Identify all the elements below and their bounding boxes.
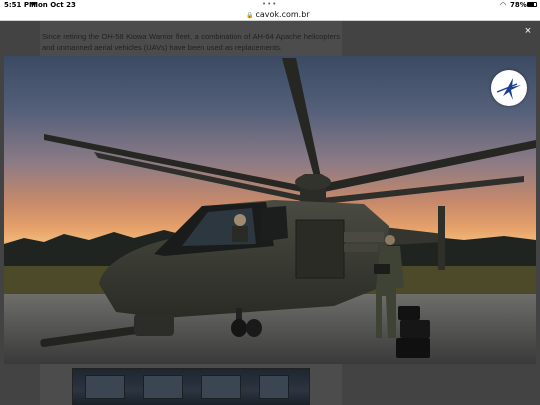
battery-icon bbox=[527, 2, 537, 7]
equipment-case bbox=[396, 338, 430, 358]
tail-fin bbox=[438, 206, 445, 270]
url-text: cavok.com.br bbox=[255, 10, 310, 19]
lock-icon: 🔒 bbox=[246, 12, 254, 19]
star-logo-icon bbox=[496, 78, 521, 100]
article-image[interactable] bbox=[72, 368, 310, 405]
wifi-icon: ◠ bbox=[500, 1, 507, 9]
cockpit-panel bbox=[201, 375, 241, 399]
rotor-hub bbox=[295, 174, 331, 190]
helicopter-photo[interactable] bbox=[4, 56, 536, 364]
helicopter-illustration bbox=[4, 58, 536, 364]
wheel bbox=[246, 319, 262, 337]
weapons-bay bbox=[295, 219, 345, 279]
wheel bbox=[231, 319, 247, 337]
equipment-case bbox=[400, 320, 430, 338]
pilot bbox=[234, 214, 246, 226]
side-window bbox=[260, 206, 288, 242]
rotor-blade bbox=[44, 134, 304, 192]
status-bar: 5:51 PM Mon Oct 23 ••• ◠ 78% bbox=[0, 0, 540, 10]
multitasking-dots-icon[interactable]: ••• bbox=[262, 0, 277, 8]
address-bar[interactable]: 🔒 cavok.com.br bbox=[0, 10, 540, 21]
cockpit-panel bbox=[143, 375, 183, 399]
battery-percentage: 78% bbox=[510, 1, 527, 9]
gun-turret bbox=[134, 314, 174, 336]
lockheed-martin-logo-icon bbox=[491, 70, 527, 106]
weapon-pod bbox=[344, 244, 378, 252]
cockpit-panel bbox=[259, 375, 289, 399]
url-field[interactable]: 🔒 cavok.com.br bbox=[246, 10, 310, 19]
status-date: Mon Oct 23 bbox=[31, 1, 76, 9]
tablet-device bbox=[374, 264, 390, 274]
equipment-case bbox=[398, 306, 420, 320]
weapon-pod bbox=[344, 232, 384, 242]
crew-member-head bbox=[385, 235, 395, 245]
close-button[interactable]: × bbox=[521, 24, 535, 38]
pilot-body bbox=[232, 226, 248, 242]
cockpit-panel bbox=[85, 375, 125, 399]
rotor-blade bbox=[282, 58, 322, 184]
rotor-blade bbox=[94, 152, 306, 202]
article-paragraph: Since retiring the OH-58 Kiowa Warrior f… bbox=[42, 32, 340, 52]
